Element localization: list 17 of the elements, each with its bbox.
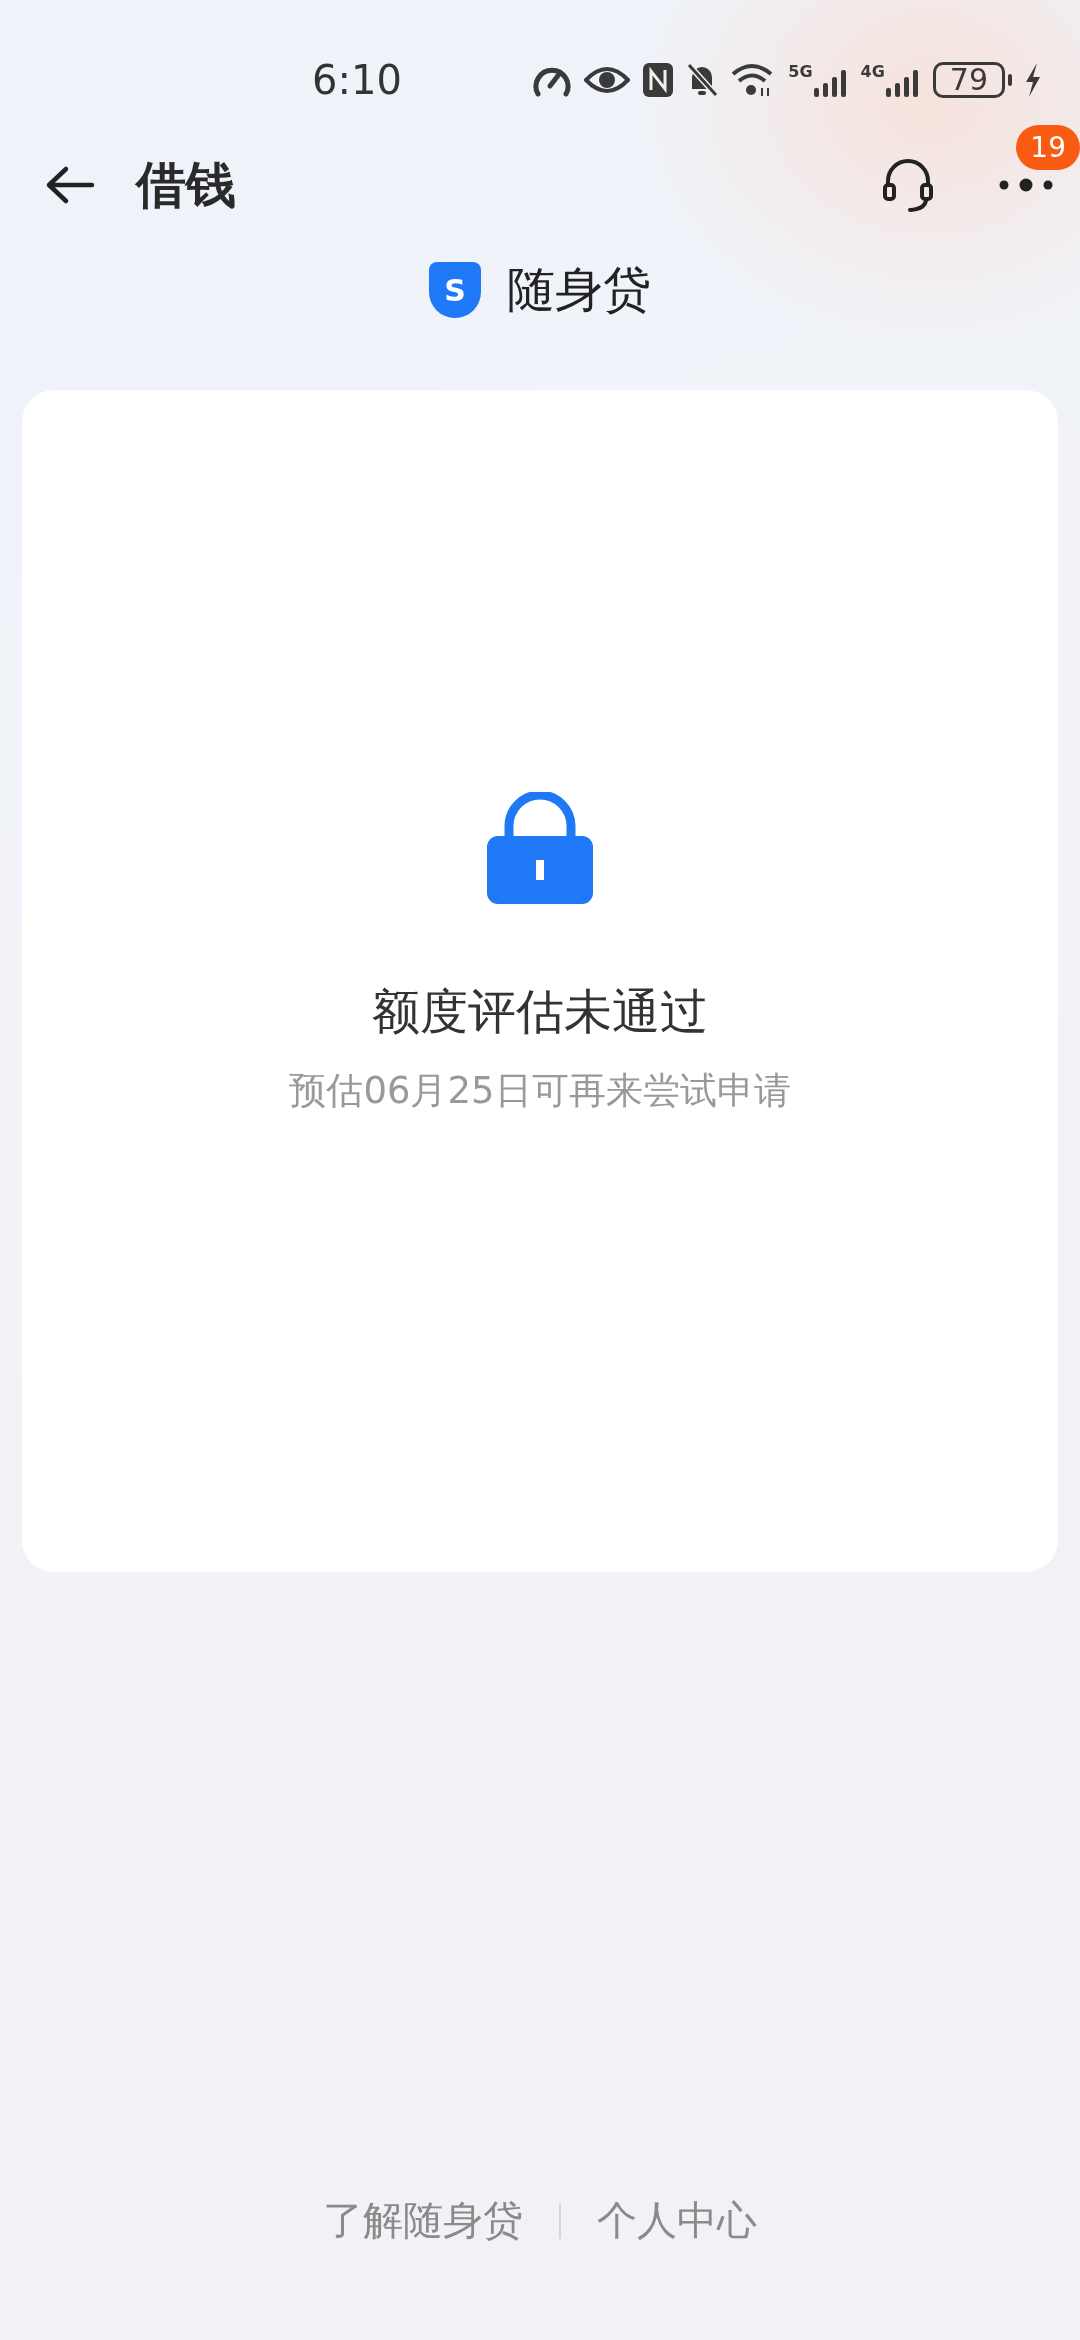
footer-link[interactable]: 了解随身贷: [323, 2193, 523, 2248]
network-label: 4G: [860, 62, 885, 81]
status-time: 6:10: [312, 57, 402, 103]
nfc-icon: [642, 62, 675, 98]
page-title: 借钱: [136, 154, 236, 216]
brand-logo: S: [429, 262, 481, 318]
eye-icon: [584, 64, 631, 96]
result-title: 额度评估未通过: [372, 982, 708, 1041]
brand-name: 随身贷: [507, 260, 651, 319]
lock-icon: [487, 792, 593, 904]
network-label: 5G: [788, 62, 813, 81]
charging-icon: [1024, 62, 1042, 98]
notification-badge: 19: [1016, 125, 1080, 170]
footer-link[interactable]: 个人中心: [597, 2193, 757, 2248]
battery-level: 79: [932, 62, 1005, 98]
muted-bell-icon: [686, 62, 719, 98]
result-subtitle: 预估06月25日可再来尝试申请: [289, 1068, 791, 1114]
